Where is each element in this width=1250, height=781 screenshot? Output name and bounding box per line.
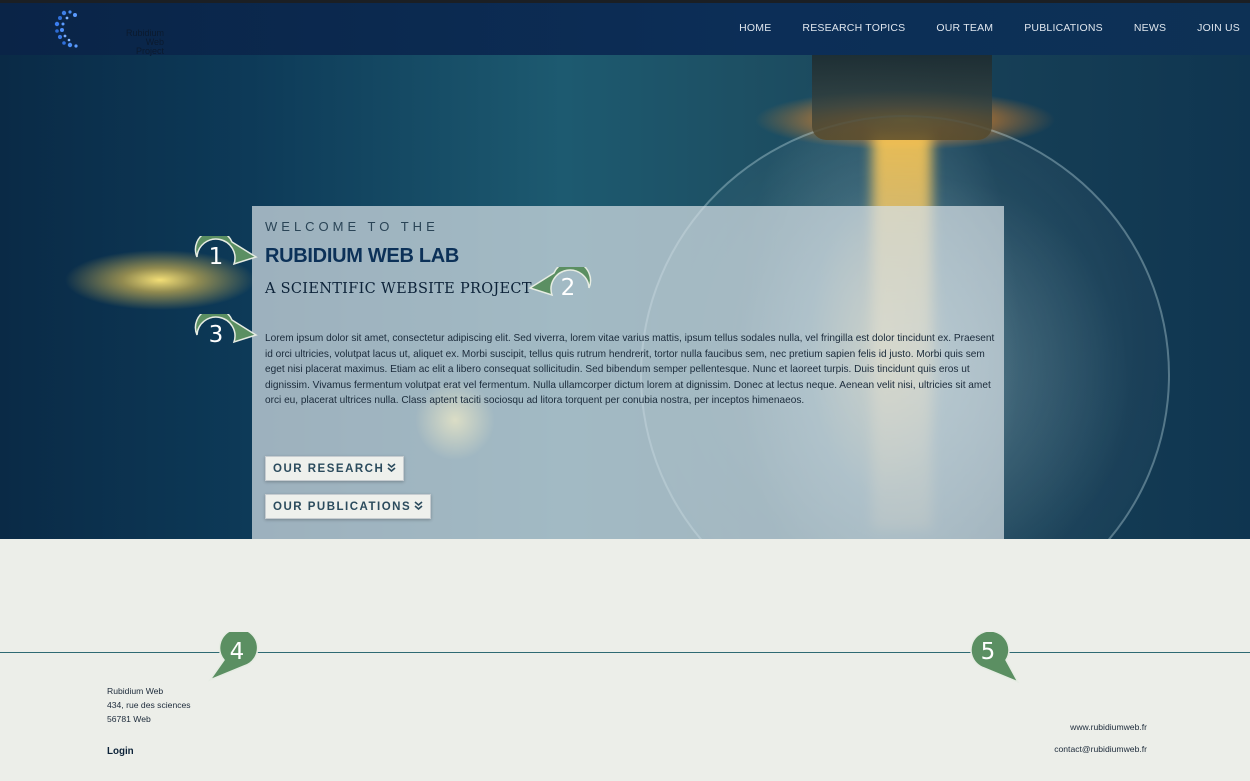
callout-number: 1 bbox=[208, 244, 224, 270]
footer-address: Rubidium Web 434, rue des sciences 56781… bbox=[107, 684, 191, 726]
login-link[interactable]: Login bbox=[107, 746, 134, 757]
nav-item-news[interactable]: NEWS bbox=[1134, 22, 1166, 34]
nav-item-home[interactable]: HOME bbox=[739, 22, 771, 34]
callout-number: 4 bbox=[229, 639, 245, 665]
website-link[interactable]: www.rubidiumweb.fr bbox=[1070, 722, 1147, 732]
top-navbar: Rubidium Web Project HOME RESEARCH TOPIC… bbox=[0, 0, 1250, 56]
brand-name-line1: Rubidium Web bbox=[126, 28, 165, 47]
chevron-down-icon bbox=[387, 462, 396, 475]
email-link[interactable]: contact@rubidiumweb.fr bbox=[1054, 744, 1147, 754]
address-line1: Rubidium Web bbox=[107, 686, 164, 696]
nav-item-join-us[interactable]: JOIN US bbox=[1197, 22, 1240, 34]
hero-subtitle: A SCIENTIFIC WEBSITE PROJECT bbox=[265, 281, 532, 297]
callout-2: 2 bbox=[528, 267, 592, 311]
footer-divider bbox=[0, 652, 1250, 653]
callout-5: 5 bbox=[962, 632, 1026, 684]
our-publications-button[interactable]: OUR PUBLICATIONS bbox=[265, 494, 432, 519]
callout-number: 5 bbox=[980, 639, 996, 665]
logo[interactable]: Rubidium Web Project bbox=[54, 9, 164, 56]
bulb-cap bbox=[812, 55, 992, 140]
our-research-label: OUR RESEARCH bbox=[273, 462, 385, 475]
nav-item-publications[interactable]: PUBLICATIONS bbox=[1024, 22, 1103, 34]
nav-menu: HOME RESEARCH TOPICS OUR TEAM PUBLICATIO… bbox=[708, 22, 1240, 34]
brand-name-line2: Project bbox=[136, 46, 165, 56]
hero-welcome: WELCOME TO THE bbox=[265, 219, 439, 234]
callout-4: 4 bbox=[204, 632, 268, 682]
our-publications-label: OUR PUBLICATIONS bbox=[273, 500, 412, 513]
nav-item-research-topics[interactable]: RESEARCH TOPICS bbox=[802, 22, 905, 34]
callout-1: 1 bbox=[194, 236, 258, 280]
callout-number: 2 bbox=[560, 275, 576, 301]
callout-3: 3 bbox=[194, 314, 258, 358]
our-research-button[interactable]: OUR RESEARCH bbox=[265, 456, 405, 481]
molecule-dots-icon bbox=[54, 10, 78, 48]
nav-item-our-team[interactable]: OUR TEAM bbox=[936, 22, 993, 34]
brand-name: Rubidium Web Project bbox=[126, 29, 164, 56]
chevron-down-icon bbox=[414, 500, 423, 513]
hero-title: RUBIDIUM WEB LAB bbox=[265, 245, 460, 267]
address-line2: 434, rue des sciences bbox=[107, 700, 191, 710]
hero-description: Lorem ipsum dolor sit amet, consectetur … bbox=[265, 333, 995, 407]
callout-number: 3 bbox=[208, 322, 224, 348]
address-line3: 56781 Web bbox=[107, 714, 151, 724]
